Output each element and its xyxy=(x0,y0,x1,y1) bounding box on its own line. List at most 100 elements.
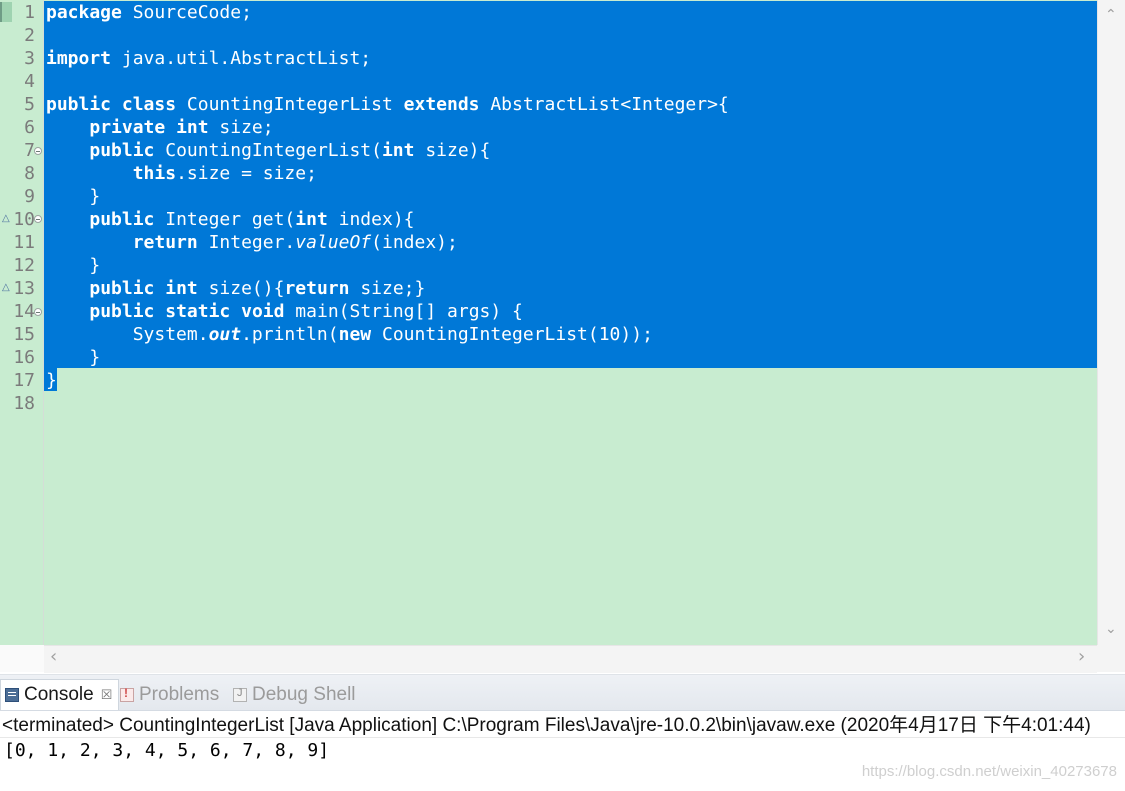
watermark: https://blog.csdn.net/weixin_40273678 xyxy=(861,763,1117,780)
keyword: private xyxy=(89,117,166,138)
keyword: public xyxy=(89,209,155,230)
scroll-right-icon[interactable]: › xyxy=(1078,648,1085,666)
code-text: size(){ xyxy=(197,278,285,299)
line-number: 16 xyxy=(13,347,35,368)
debug-shell-icon xyxy=(233,687,247,702)
line-number: 6 xyxy=(24,117,35,138)
keyword: public xyxy=(89,301,155,322)
keyword: void xyxy=(241,301,285,322)
code-text: Integer get( xyxy=(154,209,296,230)
process-status: <terminated> CountingIntegerList [Java A… xyxy=(2,715,1091,736)
code-line: import java.util.AbstractList; xyxy=(46,47,371,70)
keyword: new xyxy=(338,324,372,345)
line-number: 4 xyxy=(24,71,35,92)
code-text: } xyxy=(89,186,101,207)
code-text: java.util.AbstractList; xyxy=(111,48,372,69)
code-text: SourceCode; xyxy=(121,2,252,23)
tab-label: Problems xyxy=(139,683,220,705)
code-line: } xyxy=(46,185,100,208)
code-line: package SourceCode; xyxy=(46,1,252,24)
keyword: extends xyxy=(403,94,480,115)
console-panel: Console ☒ Problems Debug Shell <terminat… xyxy=(0,674,1125,791)
line-number: 17 xyxy=(13,370,35,391)
line-number: 18 xyxy=(13,393,35,414)
fold-collapse-icon[interactable] xyxy=(34,215,42,223)
code-text: main(String[] args) { xyxy=(284,301,523,322)
line-number: 1 xyxy=(24,2,35,23)
code-text: size; xyxy=(208,117,274,138)
code-line: public CountingIntegerList(int size){ xyxy=(46,139,490,162)
keyword: import xyxy=(46,48,112,69)
tab-label: Debug Shell xyxy=(252,683,356,705)
keyword: class xyxy=(121,94,177,115)
code-line: } xyxy=(46,369,57,392)
fold-collapse-icon[interactable] xyxy=(34,147,42,155)
code-text: } xyxy=(46,370,57,391)
code-text: .println( xyxy=(241,324,339,345)
code-line: System.out.println(new CountingIntegerLi… xyxy=(46,323,653,346)
code-text: CountingIntegerList( xyxy=(154,140,382,161)
line-number: 14 xyxy=(13,301,35,322)
vertical-scrollbar[interactable]: ⌃ ⌄ xyxy=(1097,0,1125,645)
code-line: return Integer.valueOf(index); xyxy=(46,231,458,254)
code-text: CountingIntegerList(10)); xyxy=(371,324,653,345)
code-text: .size = size; xyxy=(176,163,317,184)
code-text: size){ xyxy=(414,140,491,161)
view-tab-bar: Console ☒ Problems Debug Shell xyxy=(0,675,1125,711)
scrollbar-corner xyxy=(1097,645,1125,672)
keyword: int xyxy=(381,140,415,161)
line-number-gutter: 1 2 3 4 5 6 7 8 9 10 11 12 13 14 15 16 1… xyxy=(12,0,44,645)
code-line: this.size = size; xyxy=(46,162,317,185)
tab-problems[interactable]: Problems xyxy=(120,679,219,710)
override-marker-icon: △ xyxy=(2,213,10,224)
code-text: } xyxy=(89,255,101,276)
code-text: } xyxy=(89,347,101,368)
code-line: private int size; xyxy=(46,116,274,139)
static-field: out xyxy=(208,324,242,345)
fold-collapse-icon[interactable] xyxy=(34,308,42,316)
keyword: package xyxy=(46,2,122,23)
tab-debug-shell[interactable]: Debug Shell xyxy=(233,679,356,710)
line-number: 11 xyxy=(13,232,35,253)
keyword: int xyxy=(165,278,198,299)
tab-label: Console xyxy=(24,684,94,705)
code-text: System. xyxy=(132,324,209,345)
keyword: int xyxy=(176,117,209,138)
keyword: int xyxy=(295,209,328,230)
console-output[interactable]: [0, 1, 2, 3, 4, 5, 6, 7, 8, 9] xyxy=(4,740,329,762)
horizontal-scrollbar[interactable]: ‹ › xyxy=(44,645,1097,673)
code-line: public Integer get(int index){ xyxy=(46,208,415,231)
line-number: 9 xyxy=(24,186,35,207)
code-text: index){ xyxy=(327,209,415,230)
scroll-left-icon[interactable]: ‹ xyxy=(50,648,57,666)
line-number: 5 xyxy=(24,94,35,115)
keyword: public xyxy=(89,278,155,299)
keyword: public xyxy=(89,140,155,161)
code-editor[interactable]: 1 2 3 4 5 6 7 8 9 10 11 12 13 14 15 16 1… xyxy=(0,0,1125,673)
code-text: AbstractList<Integer>{ xyxy=(479,94,729,115)
static-method: valueOf xyxy=(295,232,372,253)
scroll-up-icon[interactable]: ⌃ xyxy=(1105,8,1117,22)
code-line: public static void main(String[] args) { xyxy=(46,300,523,323)
tab-console[interactable]: Console ☒ xyxy=(0,679,120,710)
problems-icon xyxy=(120,686,134,702)
override-marker-icon: △ xyxy=(2,282,10,293)
code-text: CountingIntegerList xyxy=(176,94,404,115)
code-line: } xyxy=(46,346,100,369)
code-text: size;} xyxy=(349,278,426,299)
keyword: public xyxy=(46,94,112,115)
console-icon xyxy=(5,688,19,702)
close-icon[interactable]: ☒ xyxy=(101,687,113,703)
line-number: 3 xyxy=(24,48,35,69)
code-line: public int size(){return size;} xyxy=(46,277,425,300)
code-line: public class CountingIntegerList extends… xyxy=(46,93,729,116)
keyword: return xyxy=(132,232,198,253)
divider xyxy=(0,737,1125,738)
keyword: static xyxy=(165,301,231,322)
code-text-area[interactable]: package SourceCode; import java.util.Abs… xyxy=(44,0,1097,645)
keyword: this xyxy=(132,163,177,184)
line-number: 7 xyxy=(24,140,35,161)
line-number: 8 xyxy=(24,163,35,184)
scroll-down-icon[interactable]: ⌄ xyxy=(1105,622,1117,636)
code-text: (index); xyxy=(371,232,458,253)
